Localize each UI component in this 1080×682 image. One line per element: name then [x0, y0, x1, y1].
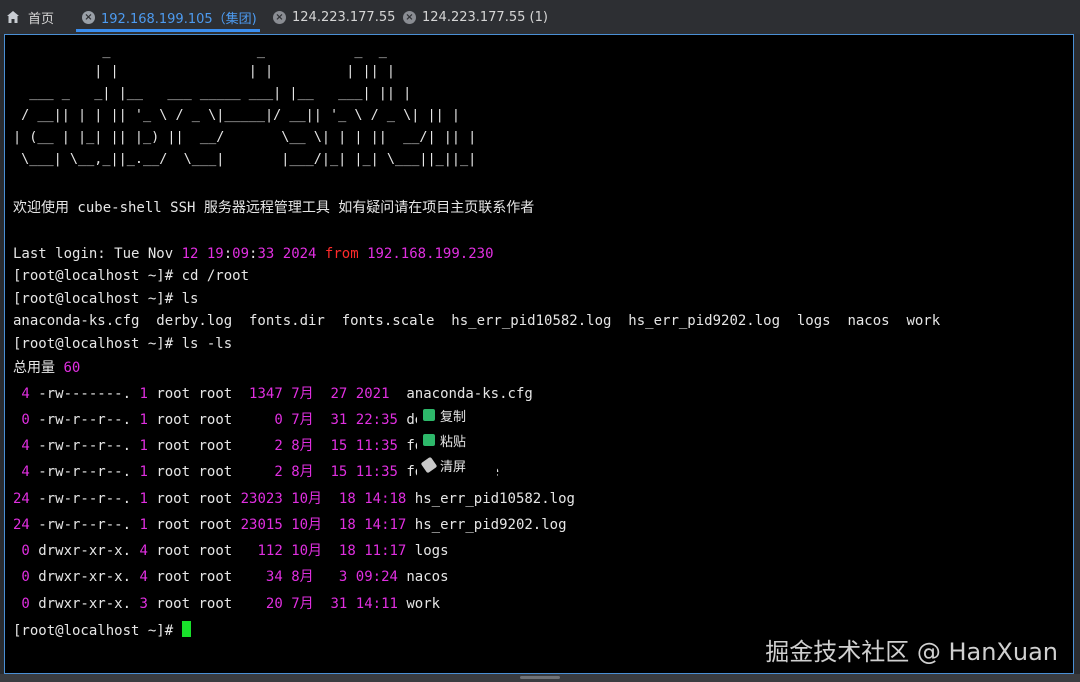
- tab-session-3[interactable]: × 124.223.177.55 (1): [403, 0, 548, 34]
- tab-label: 124.223.177.55: [292, 9, 396, 25]
- command-line: [root@localhost ~]# ls -ls: [13, 335, 232, 353]
- eraser-icon: [420, 456, 438, 474]
- tab-bar: 首页 × 192.168.199.105（集团) × 124.223.177.5…: [0, 0, 1080, 34]
- menu-item-paste[interactable]: 粘贴: [423, 430, 466, 450]
- command-text: ls -ls: [181, 336, 233, 352]
- file-row: 24 -rw-r--r--. 1 root root 23015 10月 18 …: [13, 517, 567, 533]
- menu-item-clear[interactable]: 清屏: [420, 455, 467, 475]
- bottom-scrollbar[interactable]: [0, 674, 1080, 682]
- command-text: ls: [181, 291, 199, 307]
- file-row: 0 drwxr-xr-x. 4 root root 34 8月 3 09:24 …: [13, 569, 449, 585]
- menu-item-label: 复制: [440, 409, 467, 425]
- close-icon[interactable]: ×: [82, 10, 95, 24]
- tab-session-2[interactable]: × 124.223.177.55: [273, 0, 395, 34]
- scroll-handle[interactable]: [520, 676, 560, 679]
- shell-prompt: [root@localhost ~]#: [13, 268, 182, 284]
- shell-prompt: [root@localhost ~]#: [13, 291, 182, 307]
- file-row: 24 -rw-r--r--. 1 root root 23023 10月 18 …: [13, 491, 575, 507]
- menu-item-label: 清屏: [440, 459, 467, 475]
- tab-home[interactable]: 首页: [6, 0, 54, 34]
- menu-item-label: 粘贴: [440, 434, 467, 450]
- file-row: 0 drwxr-xr-x. 3 root root 20 7月 31 14:11…: [13, 596, 441, 612]
- watermark-text: 掘金技术社区 @ HanXuan: [765, 638, 1058, 666]
- ascii-art-line: _ _ _ _: [13, 43, 396, 59]
- shell-prompt: [root@localhost ~]#: [13, 623, 182, 639]
- file-row: 4 -rw-------. 1 root root 1347 7月 27 202…: [13, 386, 533, 402]
- ascii-art-line: | | | | | || |: [13, 63, 396, 79]
- close-icon[interactable]: ×: [273, 10, 286, 24]
- menu-item-copy[interactable]: 复制: [423, 405, 466, 425]
- file-row: 0 -rw-r--r--. 1 root root 0 7月 31 22:35 …: [13, 412, 482, 428]
- ls-output: anaconda-ks.cfg derby.log fonts.dir font…: [13, 313, 941, 329]
- last-login-line: Last login: Tue Nov 12 19:09:33 2024 fro…: [13, 246, 494, 262]
- shell-prompt: [root@localhost ~]#: [13, 336, 182, 352]
- file-row: 4 -rw-r--r--. 1 root root 2 8月 15 11:35 …: [13, 438, 482, 454]
- active-tab-indicator: [76, 29, 260, 32]
- context-menu: 复制 粘贴 清屏: [417, 403, 497, 483]
- close-icon[interactable]: ×: [403, 10, 416, 24]
- ascii-art-line: | (__ | |_| || |_) || __/ \__ \| | | || …: [13, 129, 477, 145]
- tab-label: 124.223.177.55 (1): [422, 9, 548, 25]
- command-line: [root@localhost ~]#: [13, 621, 191, 640]
- terminal-pane[interactable]: _ _ _ _ | | | | | || | ___ _ _| |__ ___ …: [4, 34, 1074, 674]
- ascii-art-line: ___ _ _| |__ ___ _____ ___| |__ ___| || …: [13, 85, 412, 101]
- home-icon: [7, 11, 19, 23]
- ascii-art-line: \___| \__,_||_.__/ \___| |___/|_| |_| \_…: [13, 151, 477, 167]
- paste-icon: [423, 434, 435, 446]
- text-cursor: [181, 621, 191, 637]
- command-line: [root@localhost ~]# ls: [13, 290, 198, 308]
- total-line: 总用量 60: [13, 360, 81, 376]
- tab-label: 192.168.199.105（集团): [101, 11, 257, 27]
- command-text: cd /root: [181, 268, 250, 284]
- ascii-art-line: / __|| | | || '_ \ / _ \|_____|/ __|| '_…: [13, 107, 461, 123]
- command-line: [root@localhost ~]# cd /root: [13, 267, 249, 285]
- file-row: 0 drwxr-xr-x. 4 root root 112 10月 18 11:…: [13, 543, 449, 559]
- copy-icon: [423, 409, 435, 421]
- tab-label: 首页: [28, 11, 55, 27]
- welcome-message: 欢迎使用 cube-shell SSH 服务器远程管理工具 如有疑问请在项目主页…: [13, 200, 535, 216]
